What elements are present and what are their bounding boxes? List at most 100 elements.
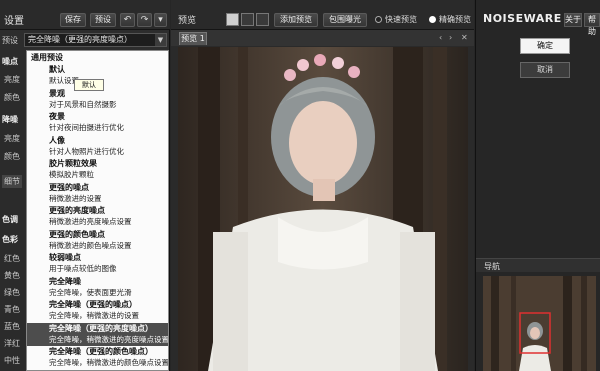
preset-option[interactable]: 夜景针对夜间拍摄进行优化 [27,111,168,134]
navigator-photo [483,276,596,371]
accurate-preview-label: 精确预览 [439,15,471,24]
settings-toolbar: 设置 保存 预设 ↶ ↷ ▾ [0,0,170,30]
preset-dropdown-list: 通用预设 默认 默认设置 景观 对于风景和自然摄影 夜景 针对夜间拍摄进行优化 人像 针对人物… [26,50,169,371]
save-button[interactable]: 保存 [60,13,86,27]
preset-select-value: 完全降噪（更强的亮度噪点） [28,35,132,44]
chevron-left-icon[interactable]: ‹ [439,33,442,42]
preset-option-title: 完全降噪（更强的亮度噪点） [49,323,153,333]
single-view-icon[interactable] [226,13,239,26]
preset-option-desc: 完全降噪，稍微激进的设置 [49,311,139,320]
preset-select[interactable]: 完全降噪（更强的亮度噪点） ▼ [24,33,167,47]
chevron-down-icon[interactable]: ▼ [155,34,166,46]
label-blue: 蓝色 [4,322,20,331]
preset-option-desc: 稍微激进的颜色噪点设置 [49,240,132,250]
preset-option-title: 完全降噪（更强的噪点） [49,300,137,309]
tab-detail[interactable]: 细节 [2,175,22,188]
preset-option-desc: 完全降噪，使表面更光滑 [49,287,132,297]
section-tone[interactable]: 色调 [2,214,18,225]
section-color[interactable]: 色彩 [2,234,18,245]
fast-preview-label: 快速预览 [385,15,417,24]
preset-option-desc: 完全降噪，稍微激进的颜色噪点设置 [49,358,169,367]
bracket-exposure-button[interactable]: 包围曝光 [323,13,367,27]
preset-option-title: 较弱噪点 [49,253,81,262]
label-magenta: 洋红 [4,339,20,348]
preset-option-desc: 稍微激进的亮度噪点设置 [49,217,132,226]
label-neutral: 中性 [4,356,20,365]
label-luminance-2: 亮度 [4,134,20,143]
navigator-header: 导航 [476,258,600,272]
preset-option-desc: 针对夜间拍摄进行优化 [49,123,124,132]
preset-option-desc: 默认设置 [49,76,79,85]
help-button[interactable]: 帮助 [584,13,600,36]
preset-option-title: 胶片颗粒效果 [49,159,97,168]
settings-panel: 设置 保存 预设 ↶ ↷ ▾ 预设 完全降噪（更强的亮度噪点） ▼ 噪点 亮度 … [0,0,170,371]
label-cyan: 青色 [4,305,20,314]
undo-icon[interactable]: ↶ [120,13,135,27]
preview-title: 预览 [178,16,197,26]
section-noise[interactable]: 噪点 [2,56,18,67]
label-luminance: 亮度 [4,75,20,84]
preset-option[interactable]: 完全降噪 完全降噪，使表面更光滑 [27,276,168,299]
preset-option-desc: 稍微激进的设置 [49,193,102,203]
app-logo: NOISEWARE 5 [483,12,575,25]
preset-option[interactable]: 完全降噪（更强的颜色噪点） 完全降噪，稍微激进的颜色噪点设置 [27,346,168,369]
preset-option-title: 更强的亮度噪点 [49,206,105,215]
preview-tab-row: 预览 1 ‹ › ✕ [171,30,474,46]
preset-row: 预设 完全降噪（更强的亮度噪点） ▼ [0,30,170,50]
preview-area: 预览 添加预览 包围曝光 快速预览 精确预览 预览 1 ‹ › ✕ [171,0,474,371]
preset-option-desc: 模拟胶片颗粒 [49,170,94,179]
preset-option-title: 默认 [49,65,65,74]
label-color-2: 颜色 [4,152,20,161]
label-green: 绿色 [4,288,20,297]
settings-title: 设置 [4,16,24,27]
tab-preview-1[interactable]: 预览 1 [179,32,207,45]
accurate-preview-radio[interactable]: 精确预览 [429,14,471,25]
label-color: 颜色 [4,93,20,102]
ok-button[interactable]: 确定 [520,38,570,54]
preset-button[interactable]: 预设 [90,13,116,27]
preset-option[interactable]: 完全降噪（更强的噪点） 完全降噪，稍微激进的设置 [27,299,168,322]
preset-option[interactable]: 更强的亮度噪点稍微激进的亮度噪点设置 [27,205,168,228]
preset-option-title: 完全降噪（更强的颜色噪点） [49,347,153,356]
about-button[interactable]: 关于 [564,13,582,27]
chevron-down-icon[interactable]: ▾ [154,13,167,27]
portrait-photo [178,47,468,371]
section-denoise[interactable]: 降噪 [2,114,18,125]
tooltip: 默认 [74,79,104,91]
preset-option-title: 更强的颜色噪点 [49,229,105,239]
preset-label: 预设 [2,36,18,45]
preset-option-title: 人像 [49,135,65,145]
split-vertical-icon[interactable] [256,13,269,26]
split-horizontal-icon[interactable] [241,13,254,26]
label-yellow: 黄色 [4,271,20,280]
navigator-title: 导航 [484,262,500,271]
preset-option[interactable]: 更强的颜色噪点 稍微激进的颜色噪点设置 [27,229,168,252]
preset-option[interactable]: 人像 针对人物照片进行优化 [27,135,168,158]
preset-option[interactable]: 更强的噪点 稍微激进的设置 [27,182,168,205]
navigator-thumbnail[interactable] [483,276,596,371]
add-preview-button[interactable]: 添加预览 [274,13,318,27]
redo-icon[interactable]: ↷ [137,13,152,27]
preset-option-title: 夜景 [49,112,65,121]
preset-option[interactable]: 胶片颗粒效果 模拟胶片颗粒 [27,158,168,181]
fast-preview-radio[interactable]: 快速预览 [375,14,417,25]
cancel-button[interactable]: 取消 [520,62,570,78]
preset-option-title: 完全降噪 [49,276,81,286]
preset-option-title: 景观 [49,88,65,98]
label-red: 红色 [4,254,20,263]
preset-option[interactable]: 完全降噪（更强的亮度噪点） 完全降噪，稍微激进的亮度噪点设置 [27,322,169,346]
noiseware-window: 设置 保存 预设 ↶ ↷ ▾ 预设 完全降噪（更强的亮度噪点） ▼ 噪点 亮度 … [0,0,600,371]
preset-option-desc: 对于风景和自然摄影 [49,99,117,109]
preview-toolbar: 预览 添加预览 包围曝光 快速预览 精确预览 [171,0,474,30]
preset-option-desc: 完全降噪，稍微激进的亮度噪点设置 [49,334,169,344]
right-panel: NOISEWARE 5 关于 帮助 确定 取消 导航 [475,0,600,371]
preset-option-desc: 用于噪点较低的图像 [49,264,117,273]
preset-option[interactable]: 较弱噪点用于噪点较低的图像 [27,252,168,275]
preset-option-title: 更强的噪点 [49,182,89,192]
close-icon[interactable]: ✕ [461,33,468,42]
preview-image[interactable] [178,47,468,371]
settings-side-labels: 噪点 亮度 颜色 降噪 亮度 颜色 细节 色调 色彩 红色 黄色 绿色 青色 蓝… [0,50,26,371]
preset-group-header: 通用预设 [31,53,63,62]
chevron-right-icon[interactable]: › [449,33,452,42]
preset-option-desc: 针对人物照片进行优化 [49,146,124,156]
